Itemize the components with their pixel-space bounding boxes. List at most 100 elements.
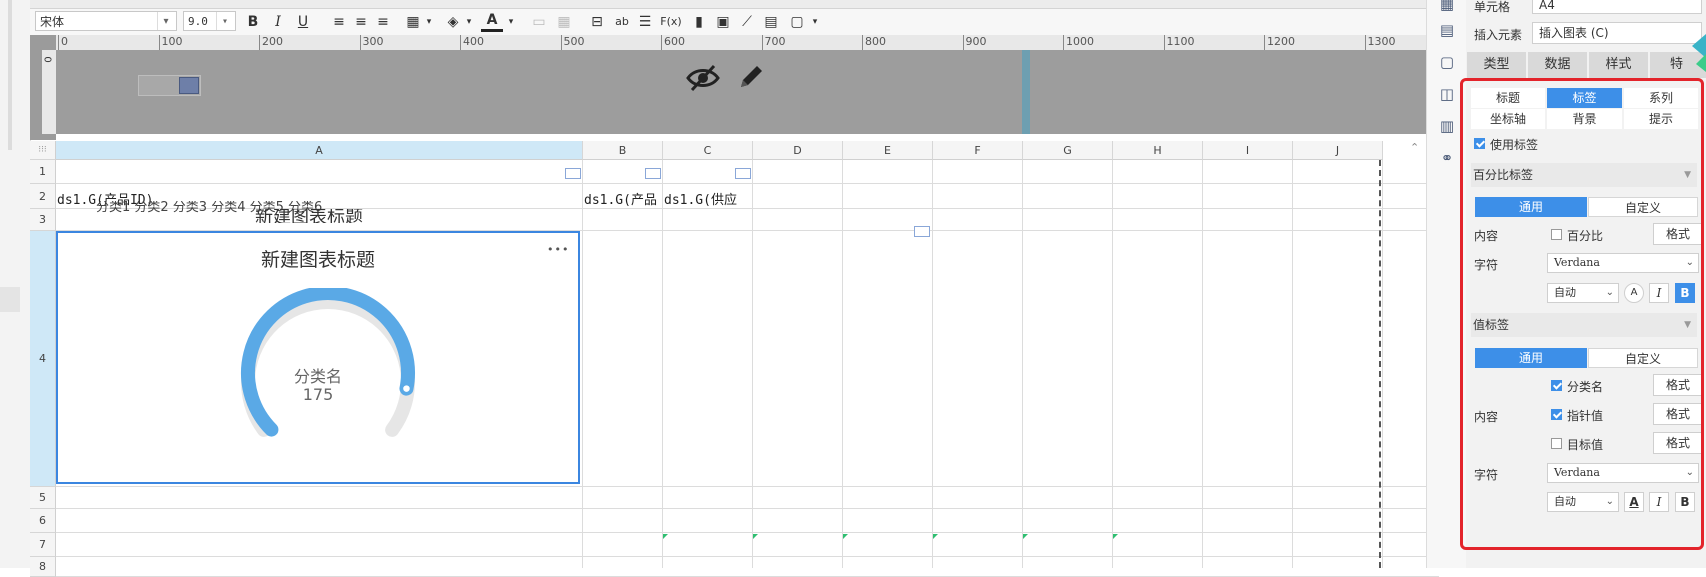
cell-widget-marker[interactable] <box>565 168 581 179</box>
ruler-tick <box>460 35 461 50</box>
widget-settings-icon[interactable]: ▤ <box>1437 20 1457 40</box>
tab-data[interactable]: 数据 <box>1528 52 1587 78</box>
column-header[interactable]: F <box>933 141 1023 160</box>
column-header[interactable]: B <box>583 141 663 160</box>
grid-row-line <box>56 532 1439 533</box>
underline-button[interactable]: U <box>292 11 314 33</box>
float-element-icon[interactable]: ◫ <box>1437 84 1457 104</box>
grid-corner[interactable]: ⁝⁝⁝ <box>30 141 56 160</box>
merge-cells-icon[interactable]: ▭ <box>528 11 550 33</box>
gauge-category-label: 分类名 <box>293 367 342 386</box>
cell-label: 单元格 <box>1474 0 1511 14</box>
grid-column-line <box>842 160 843 568</box>
wrap-text-icon[interactable]: ☰ <box>634 11 656 33</box>
chevron-down-icon[interactable]: ▾ <box>458 11 480 33</box>
grid-column-line <box>582 160 583 568</box>
chevron-down-icon[interactable]: ▾ <box>804 11 826 33</box>
ruler-tick-label: 800 <box>865 35 886 48</box>
align-center-icon[interactable]: ≡ <box>350 11 372 33</box>
cell-properties-icon[interactable]: ▦ <box>1437 0 1457 14</box>
column-header[interactable]: D <box>753 141 843 160</box>
header-combo-widget[interactable] <box>138 75 201 96</box>
form-element-icon[interactable]: ▥ <box>1437 116 1457 136</box>
font-size-select[interactable]: 9.0 ▾ <box>183 11 236 31</box>
cell-widget-marker[interactable] <box>735 168 751 179</box>
column-header[interactable]: H <box>1113 141 1203 160</box>
cell-flag-marker <box>753 534 758 539</box>
split-cells-icon[interactable]: ▦ <box>553 11 575 33</box>
row-header[interactable]: 8 <box>30 557 56 577</box>
bold-button[interactable]: B <box>242 11 264 33</box>
ruler-tick-label: 900 <box>965 35 987 48</box>
grid-column-line <box>1112 160 1113 568</box>
row-header[interactable]: 7 <box>30 533 56 557</box>
scroll-up-icon[interactable]: ⌃ <box>1410 141 1419 154</box>
dropdown-icon <box>179 77 199 94</box>
ruler-tick <box>1264 35 1265 50</box>
ruler-tick <box>359 35 361 50</box>
column-header[interactable]: G <box>1023 141 1113 160</box>
page-boundary-marker[interactable] <box>1022 50 1030 134</box>
row-header[interactable]: 2 <box>30 184 56 209</box>
left-scrollbar[interactable] <box>8 0 12 150</box>
image-icon[interactable]: ▣ <box>712 11 734 33</box>
ruler-tick <box>1163 35 1165 50</box>
frame-icon[interactable]: ▢ <box>1437 52 1457 72</box>
row-header[interactable]: 6 <box>30 509 56 533</box>
ruler-tick <box>862 35 863 50</box>
grid-column-line <box>932 160 933 568</box>
grid-row-line <box>56 486 1439 487</box>
chart-more-icon[interactable]: ••• <box>547 243 569 256</box>
row-header[interactable]: 1 <box>30 160 56 184</box>
chevron-down-icon: ▾ <box>216 12 233 30</box>
row-header[interactable]: 3 <box>30 209 56 231</box>
column-header[interactable]: J <box>1293 141 1383 160</box>
cell-field[interactable]: A4 <box>1532 0 1702 14</box>
insert-element-field[interactable]: 插入图表 (C) <box>1532 22 1702 44</box>
cell-widget-marker[interactable] <box>645 168 661 179</box>
column-header[interactable]: C <box>663 141 753 160</box>
ruler-tick <box>661 35 662 50</box>
cell-widget-marker[interactable] <box>914 226 930 237</box>
slash-icon[interactable]: ⟋ <box>736 11 758 33</box>
bar-chart-icon[interactable]: ▮ <box>688 11 710 33</box>
report-header-band <box>56 50 1426 134</box>
row-header[interactable]: 5 <box>30 487 56 509</box>
align-right-icon[interactable]: ≡ <box>372 11 394 33</box>
link-icon[interactable]: ⊟ <box>586 11 608 33</box>
align-left-icon[interactable]: ≡ <box>328 11 350 33</box>
row-header[interactable]: 4 <box>30 231 56 487</box>
formula-button[interactable]: F(x) <box>658 11 684 33</box>
italic-button[interactable]: I <box>267 11 289 33</box>
ruler-tick <box>761 35 763 50</box>
grid-column-line <box>662 160 663 568</box>
grid-row-line <box>56 556 1439 557</box>
font-family-select[interactable]: 宋体 ▾ <box>35 11 177 31</box>
text-format-button[interactable]: ab <box>611 11 633 33</box>
hide-eye-icon[interactable] <box>686 64 720 95</box>
tab-style[interactable]: 样式 <box>1589 52 1648 78</box>
tab-type[interactable]: 类型 <box>1467 52 1526 78</box>
column-header[interactable]: E <box>843 141 933 160</box>
ruler-tick <box>158 35 160 50</box>
grid-column-line <box>1382 160 1383 568</box>
form-icon[interactable]: ▤ <box>760 11 782 33</box>
ruler-tick <box>259 35 260 50</box>
chart-title: 新建图表标题 <box>260 249 375 271</box>
grid-column-line <box>1202 160 1203 568</box>
grid-column-line <box>752 160 753 568</box>
chevron-down-icon[interactable]: ▾ <box>418 11 440 33</box>
gauge-chart[interactable]: 新建图表标题 ••• 分类名 175 <box>56 231 580 484</box>
hyperlink-icon[interactable]: ⚭ <box>1437 148 1457 168</box>
ruler-tick-label: 100 <box>161 35 183 48</box>
ruler-tick-label: 700 <box>764 35 786 48</box>
left-handle[interactable] <box>0 287 20 312</box>
chevron-down-icon[interactable]: ▾ <box>500 11 522 33</box>
horizontal-ruler: 0 100 200 300 400 500 600 700 800 900 1000 1100 1200… <box>56 35 1426 51</box>
left-edge-panel <box>0 0 31 568</box>
edge-badge-icon <box>1690 34 1706 72</box>
column-header[interactable]: A <box>56 141 583 160</box>
edit-pencil-icon[interactable] <box>736 62 766 95</box>
gauge-value-label: 175 <box>302 385 334 404</box>
column-header[interactable]: I <box>1203 141 1293 160</box>
